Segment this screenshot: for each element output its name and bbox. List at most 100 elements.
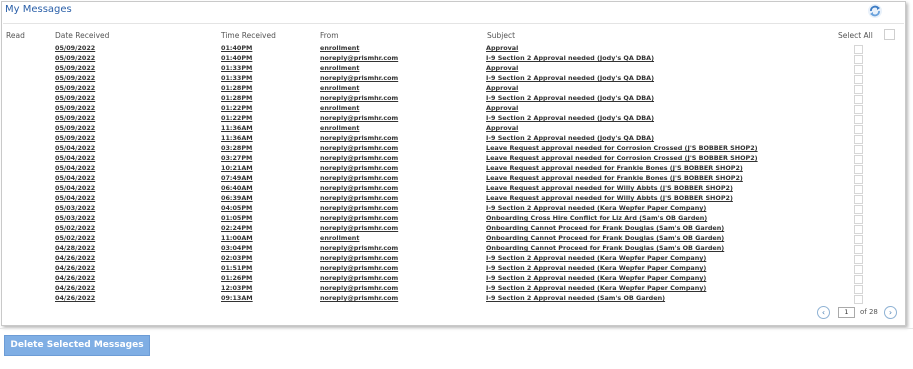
table-row[interactable]: 04/28/2022 03:04PM noreply@prismhr.com Onbo… xyxy=(2,244,905,254)
date-cell[interactable]: 04/26/2022 xyxy=(55,264,95,272)
time-cell[interactable]: 02:03PM xyxy=(221,254,252,262)
row-select-checkbox[interactable] xyxy=(854,105,863,114)
row-select-checkbox[interactable] xyxy=(854,225,863,234)
date-cell[interactable]: 04/26/2022 xyxy=(55,294,95,302)
subject-link[interactable]: Approval xyxy=(486,104,518,112)
from-cell[interactable]: enrollment xyxy=(320,124,359,132)
from-cell[interactable]: enrollment xyxy=(320,44,359,52)
from-cell[interactable]: enrollment xyxy=(320,104,359,112)
subject-link[interactable]: Approval xyxy=(486,124,518,132)
row-select-checkbox[interactable] xyxy=(854,85,863,94)
table-row[interactable]: 05/09/2022 11:36AM enrollment Approval xyxy=(2,124,905,134)
row-select-checkbox[interactable] xyxy=(854,265,863,274)
subject-link[interactable]: Onboarding Cannot Proceed for Frank Doug… xyxy=(486,244,724,252)
subject-link[interactable]: Leave Request approval needed for Franki… xyxy=(486,174,743,182)
time-cell[interactable]: 11:36AM xyxy=(221,124,253,132)
date-cell[interactable]: 05/09/2022 xyxy=(55,104,95,112)
column-subject[interactable]: Subject xyxy=(487,31,515,40)
table-row[interactable]: 05/09/2022 01:22PM enrollment Approval xyxy=(2,104,905,114)
from-cell[interactable]: noreply@prismhr.com xyxy=(320,214,398,222)
subject-link[interactable]: I-9 Section 2 Approval needed (Kera Wepf… xyxy=(486,264,706,272)
subject-link[interactable]: I-9 Section 2 Approval needed (Jody's QA… xyxy=(486,54,654,62)
subject-link[interactable]: Approval xyxy=(486,64,518,72)
table-row[interactable]: 05/02/2022 02:24PM noreply@prismhr.com Onbo… xyxy=(2,224,905,234)
table-row[interactable]: 05/09/2022 01:22PM noreply@prismhr.com I-9 … xyxy=(2,114,905,124)
from-cell[interactable]: noreply@prismhr.com xyxy=(320,74,398,82)
subject-link[interactable]: I-9 Section 2 Approval needed (Jody's QA… xyxy=(486,74,654,82)
row-select-checkbox[interactable] xyxy=(854,255,863,264)
row-select-checkbox[interactable] xyxy=(854,295,863,304)
table-row[interactable]: 05/03/2022 01:05PM noreply@prismhr.com Onbo… xyxy=(2,214,905,224)
subject-link[interactable]: Onboarding Cross Hire Conflict for Liz A… xyxy=(486,214,707,222)
row-select-checkbox[interactable] xyxy=(854,165,863,174)
time-cell[interactable]: 01:40PM xyxy=(221,44,252,52)
from-cell[interactable]: noreply@prismhr.com xyxy=(320,154,398,162)
prev-page-button[interactable]: ‹ xyxy=(817,306,830,319)
row-select-checkbox[interactable] xyxy=(854,95,863,104)
time-cell[interactable]: 01:28PM xyxy=(221,94,252,102)
date-cell[interactable]: 05/04/2022 xyxy=(55,194,95,202)
page-number-input[interactable]: 1 xyxy=(838,307,855,318)
subject-link[interactable]: I-9 Section 2 Approval needed (Jody's QA… xyxy=(486,94,654,102)
row-select-checkbox[interactable] xyxy=(854,185,863,194)
from-cell[interactable]: noreply@prismhr.com xyxy=(320,194,398,202)
table-row[interactable]: 05/04/2022 03:27PM noreply@prismhr.com Leav… xyxy=(2,154,905,164)
from-cell[interactable]: enrollment xyxy=(320,64,359,72)
table-row[interactable]: 05/09/2022 11:36AM noreply@prismhr.com I-9 … xyxy=(2,134,905,144)
column-time-received[interactable]: Time Received xyxy=(221,31,276,40)
date-cell[interactable]: 05/04/2022 xyxy=(55,164,95,172)
time-cell[interactable]: 06:40AM xyxy=(221,184,253,192)
table-row[interactable]: 05/03/2022 04:05PM noreply@prismhr.com I-9 … xyxy=(2,204,905,214)
date-cell[interactable]: 05/03/2022 xyxy=(55,204,95,212)
from-cell[interactable]: enrollment xyxy=(320,234,359,242)
subject-link[interactable]: I-9 Section 2 Approval needed (Sam's OB … xyxy=(486,294,665,302)
table-row[interactable]: 05/02/2022 11:00AM enrollment Onboarding Ca… xyxy=(2,234,905,244)
table-row[interactable]: 05/04/2022 07:49AM noreply@prismhr.com Leav… xyxy=(2,174,905,184)
row-select-checkbox[interactable] xyxy=(854,285,863,294)
row-select-checkbox[interactable] xyxy=(854,75,863,84)
time-cell[interactable]: 03:28PM xyxy=(221,144,252,152)
row-select-checkbox[interactable] xyxy=(854,45,863,54)
subject-link[interactable]: Leave Request approval needed for Corros… xyxy=(486,144,758,152)
table-row[interactable]: 05/04/2022 06:39AM noreply@prismhr.com Leav… xyxy=(2,194,905,204)
date-cell[interactable]: 05/02/2022 xyxy=(55,234,95,242)
subject-link[interactable]: I-9 Section 2 Approval needed (Kera Wepf… xyxy=(486,254,706,262)
row-select-checkbox[interactable] xyxy=(854,195,863,204)
from-cell[interactable]: noreply@prismhr.com xyxy=(320,224,398,232)
row-select-checkbox[interactable] xyxy=(854,235,863,244)
date-cell[interactable]: 04/26/2022 xyxy=(55,284,95,292)
subject-link[interactable]: I-9 Section 2 Approval needed (Kera Wepf… xyxy=(486,274,706,282)
date-cell[interactable]: 04/28/2022 xyxy=(55,244,95,252)
row-select-checkbox[interactable] xyxy=(854,245,863,254)
row-select-checkbox[interactable] xyxy=(854,145,863,154)
time-cell[interactable]: 10:21AM xyxy=(221,164,253,172)
delete-selected-messages-button[interactable]: Delete Selected Messages xyxy=(4,335,150,356)
row-select-checkbox[interactable] xyxy=(854,205,863,214)
row-select-checkbox[interactable] xyxy=(854,275,863,284)
from-cell[interactable]: noreply@prismhr.com xyxy=(320,244,398,252)
date-cell[interactable]: 05/03/2022 xyxy=(55,214,95,222)
time-cell[interactable]: 01:22PM xyxy=(221,114,252,122)
table-row[interactable]: 05/09/2022 01:28PM noreply@prismhr.com I-9 … xyxy=(2,94,905,104)
time-cell[interactable]: 01:51PM xyxy=(221,264,252,272)
date-cell[interactable]: 05/09/2022 xyxy=(55,54,95,62)
table-row[interactable]: 05/04/2022 03:28PM noreply@prismhr.com Leav… xyxy=(2,144,905,154)
subject-link[interactable]: Onboarding Cannot Proceed for Frank Doug… xyxy=(486,234,724,242)
table-row[interactable]: 04/26/2022 01:51PM noreply@prismhr.com I-9 … xyxy=(2,264,905,274)
row-select-checkbox[interactable] xyxy=(854,115,863,124)
time-cell[interactable]: 01:28PM xyxy=(221,84,252,92)
date-cell[interactable]: 04/26/2022 xyxy=(55,274,95,282)
from-cell[interactable]: noreply@prismhr.com xyxy=(320,284,398,292)
table-row[interactable]: 05/09/2022 01:33PM enrollment Approval xyxy=(2,64,905,74)
row-select-checkbox[interactable] xyxy=(854,125,863,134)
subject-link[interactable]: I-9 Section 2 Approval needed (Kera Wepf… xyxy=(486,204,706,212)
table-row[interactable]: 04/26/2022 01:26PM noreply@prismhr.com I-9 … xyxy=(2,274,905,284)
time-cell[interactable]: 11:36AM xyxy=(221,134,253,142)
row-select-checkbox[interactable] xyxy=(854,65,863,74)
from-cell[interactable]: noreply@prismhr.com xyxy=(320,164,398,172)
from-cell[interactable]: noreply@prismhr.com xyxy=(320,254,398,262)
time-cell[interactable]: 07:49AM xyxy=(221,174,253,182)
column-from[interactable]: From xyxy=(320,31,339,40)
row-select-checkbox[interactable] xyxy=(854,155,863,164)
date-cell[interactable]: 05/09/2022 xyxy=(55,84,95,92)
